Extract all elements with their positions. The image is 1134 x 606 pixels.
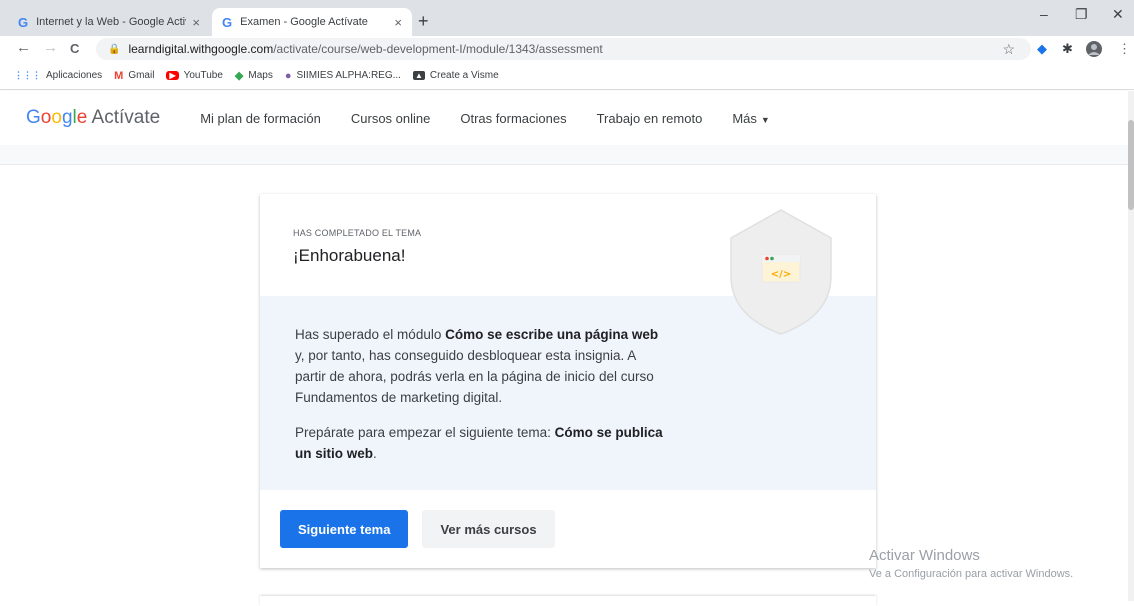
extension-icon[interactable]: ◆ [1037,41,1047,57]
nav-mas[interactable]: Más ▼ [732,111,769,126]
profile-avatar[interactable] [1086,41,1102,60]
siimies-icon: ● [284,69,292,82]
apps-grid-icon: ⋮⋮⋮ [14,70,41,80]
nav-cursos-online[interactable]: Cursos online [351,111,431,126]
new-tab-button[interactable]: + [418,11,429,32]
bookmarks-bar: ⋮⋮⋮ Aplicaciones M Gmail ▶ YouTube ◆ Maps ● S… [0,62,1134,90]
message-paragraph-1: Has superado el módulo Cómo se escribe u… [295,327,659,405]
next-card-edge [260,596,876,606]
close-window-button[interactable]: ✕ [1112,6,1124,23]
nav-otras-formaciones[interactable]: Otras formaciones [460,111,566,126]
subheader-bar [0,145,1128,165]
card-actions: Siguiente tema Ver más cursos [280,510,555,548]
site-header: Google Actívate Mi plan de formación Cur… [0,91,1128,145]
google-activate-logo[interactable]: Google Actívate [26,107,160,129]
gmail-icon: M [114,69,124,82]
youtube-icon: ▶ [166,71,179,80]
tab-title: Examen - Google Actívate [240,16,368,28]
tab-internet-web[interactable]: G Internet y la Web - Google Activa × [8,8,210,36]
menu-kebab-icon[interactable]: ⋮ [1118,41,1131,57]
tab-examen[interactable]: G Examen - Google Actívate × [212,8,412,36]
forward-button[interactable]: → [43,39,58,56]
scrollbar-thumb[interactable] [1128,120,1134,210]
restore-button[interactable]: ❐ [1075,6,1088,23]
completion-card: HAS COMPLETADO EL TEMA ¡Enhorabuena! Has… [260,194,876,568]
browser-toolbar: ← → C 🔒 learndigital.withgoogle.com/acti… [0,36,1134,62]
nav-mi-plan[interactable]: Mi plan de formación [200,111,321,126]
bookmark-star-icon[interactable]: ☆ [1002,41,1015,58]
badge-shield-icon: </> [726,208,836,336]
windows-activation-title: Activar Windows [869,547,980,564]
badge-code-label: </> [771,269,791,280]
nav-trabajo-remoto[interactable]: Trabajo en remoto [597,111,703,126]
tab-strip: G Internet y la Web - Google Activa × G … [0,0,1134,36]
address-bar[interactable]: 🔒 learndigital.withgoogle.com/activate/c… [96,38,1031,60]
reload-button[interactable]: C [70,41,79,56]
bookmark-apps[interactable]: ⋮⋮⋮ Aplicaciones [14,70,102,81]
bookmark-visme[interactable]: ▲ Create a Visme [412,70,499,81]
close-tab-icon[interactable]: × [192,15,200,30]
address-path: /activate/course/web-development-I/modul… [273,42,603,56]
google-favicon-icon: G [18,14,29,30]
close-tab-icon[interactable]: × [394,15,402,30]
minimize-button[interactable]: – [1040,6,1048,22]
bookmark-siimies[interactable]: ● SIIMIES ALPHA:REG... [285,70,401,82]
more-courses-button[interactable]: Ver más cursos [422,510,555,548]
address-domain: learndigital.withgoogle.com [128,42,274,56]
google-favicon-icon: G [222,14,233,30]
puzzle-extensions-icon[interactable]: ✱ [1062,41,1073,57]
site-nav: Mi plan de formación Cursos online Otras… [200,111,770,126]
visme-icon: ▲ [412,71,425,80]
bookmark-youtube[interactable]: ▶ YouTube [166,70,223,81]
caret-down-icon: ▼ [760,114,770,125]
tab-title: Internet y la Web - Google Activa [36,16,187,28]
lock-icon: 🔒 [108,43,121,55]
windows-activation-subtitle: Ve a Configuración para activar Windows. [869,568,1074,580]
bookmark-maps[interactable]: ◆ Maps [235,69,273,82]
back-button[interactable]: ← [16,39,31,56]
maps-icon: ◆ [234,70,244,82]
message-paragraph-2: Prepárate para empezar el siguiente tema… [295,425,663,461]
bookmark-gmail[interactable]: M Gmail [114,70,154,82]
next-topic-button[interactable]: Siguiente tema [280,510,409,548]
